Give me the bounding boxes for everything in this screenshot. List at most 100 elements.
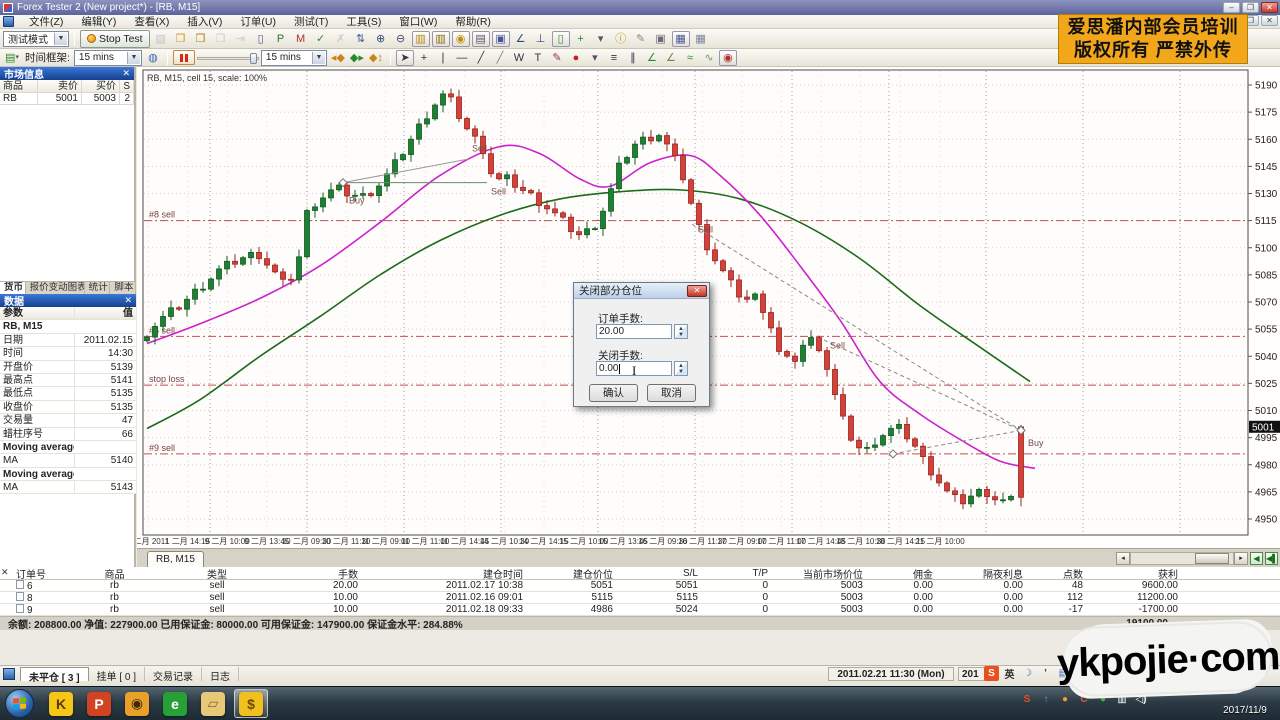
account-icon[interactable]: ◉ [452,31,470,47]
confirm-button[interactable]: 确认 [589,384,638,402]
candle[interactable] [945,483,950,491]
menu-item-V[interactable]: 插入(V) [178,14,231,29]
sogou-lang-icon[interactable]: 英 [1002,666,1017,681]
menu-item-S[interactable]: 工具(S) [337,14,390,29]
panels-icon[interactable]: ▣ [492,31,510,47]
candle[interactable] [657,136,662,141]
bar-chart-icon[interactable]: ⊥ [532,31,550,47]
candle[interactable] [793,356,798,361]
candle[interactable] [241,258,246,265]
candle[interactable] [553,209,558,213]
candle[interactable] [641,137,646,144]
cycle-tool-icon[interactable]: ∿ [700,50,718,66]
maximize-button[interactable]: ❐ [1242,2,1259,13]
candle[interactable] [953,491,958,495]
candle[interactable] [929,457,934,475]
candle[interactable] [809,338,814,346]
sort-icon[interactable]: ⇅ [352,31,370,47]
candle[interactable] [937,475,942,483]
candle[interactable] [969,496,974,504]
candle[interactable] [721,261,726,271]
market-info-titlebar[interactable]: 市场信息 ✕ [0,67,134,80]
status-tab-1[interactable]: 挂单 [ 0 ] [89,667,145,681]
candle[interactable] [601,211,606,228]
shapes-tool-icon[interactable]: ● [567,50,585,66]
taskbar-k-app-icon[interactable]: K [44,689,78,718]
scroll-left-icon[interactable]: ◂ [1116,552,1130,565]
candle[interactable] [889,428,894,435]
trendline-tool-icon[interactable]: ╱ [472,50,490,66]
dialog-titlebar[interactable]: 关闭部分仓位 ✕ [574,283,709,299]
line-chart-icon[interactable]: ∠ [512,31,530,47]
taskbar-forex-icon[interactable]: $ [234,689,268,718]
cursor-tool-icon[interactable]: ➤ [396,50,414,66]
candle[interactable] [801,345,806,361]
tile-windows-icon[interactable]: ▦ [672,31,690,47]
candle[interactable] [193,289,198,299]
test-mode-select[interactable]: 测试模式 ▼ [3,31,69,47]
shift-chart-end-icon[interactable]: ◀▌ [1265,552,1278,565]
paste-icon[interactable]: ❐ [212,31,230,47]
candle[interactable] [897,424,902,428]
candle[interactable] [409,139,414,154]
angle-tool-icon[interactable]: ∠ [643,50,661,66]
candle[interactable] [753,294,758,299]
scroll-thumb[interactable] [1195,553,1229,564]
candle[interactable] [977,489,982,496]
taskbar-powerpoint-icon[interactable]: P [82,689,116,718]
candle[interactable] [961,495,966,504]
status-tab-3[interactable]: 日志 [202,667,239,681]
candle[interactable] [465,118,470,128]
status-tab-2[interactable]: 交易记录 [145,667,202,681]
candlestick-chart-icon[interactable]: ▯ [552,31,570,47]
candle[interactable] [201,289,206,290]
candle[interactable] [561,213,566,217]
close-icon[interactable]: ✕ [1,567,11,578]
candle[interactable] [841,395,846,417]
notes-icon[interactable]: ✎ [632,31,650,47]
info-icon[interactable]: ⓘ [612,31,630,47]
candle[interactable] [833,369,838,394]
panel-tab-1[interactable]: 报价变动图表 [26,282,85,294]
window-titlebar[interactable]: Forex Tester 2 (New project*) - [RB, M15… [0,0,1280,15]
taskbar-photo-icon[interactable]: ◉ [120,689,154,718]
taskbar-folder-icon[interactable]: ▱ [196,689,230,718]
minimize-button[interactable]: – [1223,2,1240,13]
copy-as-image-icon[interactable]: ❐ [192,31,210,47]
cancel-button[interactable]: 取消 [647,384,696,402]
sogou-moon-icon[interactable]: ☽ [1020,666,1035,681]
order-lots-input[interactable]: 20.00 [596,324,672,339]
candle[interactable] [265,259,270,265]
hline-tool-icon[interactable]: — [453,50,471,66]
candle[interactable] [881,436,886,445]
candle[interactable] [401,155,406,160]
candle[interactable] [377,186,382,196]
candle[interactable] [449,94,454,97]
sogou-punct-icon[interactable]: ’ [1038,666,1053,681]
candle[interactable] [673,144,678,156]
candle[interactable] [1001,500,1006,501]
channel-tool-icon[interactable]: ≈ [681,50,699,66]
order-row[interactable]: 6rbsell20.002011.02.17 10:38505150510500… [0,580,1280,592]
step-size-icon[interactable]: ◆↕ [367,50,385,66]
vline-tool-icon[interactable]: ❘ [434,50,452,66]
candle[interactable] [545,206,550,209]
chart-hscrollbar[interactable]: ◂ ▸ [1116,552,1248,565]
candle[interactable] [457,97,462,119]
candle[interactable] [649,137,654,141]
candle[interactable] [729,271,734,280]
candle[interactable] [817,338,822,351]
candle[interactable] [537,193,542,206]
delete-icon[interactable]: ✗ [332,31,350,47]
confirm-icon[interactable]: ✓ [312,31,330,47]
jump-icon[interactable]: ⇥ [232,31,250,47]
close-icon[interactable]: ✕ [124,295,132,306]
candle[interactable] [217,269,222,279]
candle[interactable] [233,261,238,264]
menu-item-W[interactable]: 窗口(W) [390,14,446,29]
candle[interactable] [297,257,302,280]
candle[interactable] [529,191,534,193]
candle[interactable] [489,154,494,174]
candle[interactable] [289,279,294,280]
panel-tab-3[interactable]: 脚本 [110,282,136,294]
